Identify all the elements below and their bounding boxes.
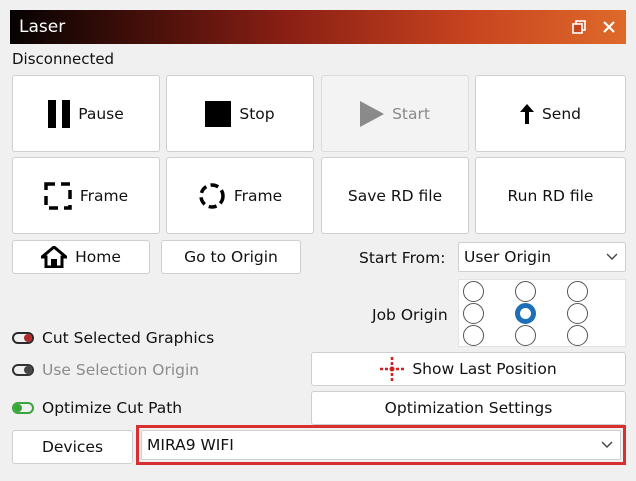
origin-bottom-center[interactable] [515, 325, 536, 346]
cut-selected-toggle[interactable] [12, 332, 34, 344]
go-to-origin-label: Go to Origin [184, 248, 278, 266]
laser-panel: Laser Disconnected Pause Stop Start Send… [10, 10, 626, 481]
device-dropdown[interactable]: MIRA9 WIFI [141, 430, 621, 460]
send-label: Send [541, 104, 582, 123]
home-icon [41, 246, 68, 268]
window-title: Laser [19, 17, 66, 37]
save-rd-button[interactable]: Save RD file [321, 157, 469, 234]
crosshair-icon [380, 357, 405, 381]
pause-icon [48, 99, 71, 128]
origin-middle-right[interactable] [567, 303, 588, 324]
send-button[interactable]: Send [475, 75, 626, 152]
origin-bottom-left[interactable] [463, 325, 484, 346]
devices-label: Devices [41, 438, 104, 456]
chevron-down-icon [594, 441, 620, 449]
device-value: MIRA9 WIFI [147, 436, 234, 454]
frame-circle-button[interactable]: Frame [166, 157, 314, 234]
frame-rect-label: Frame [79, 186, 129, 205]
job-origin-label: Job Origin [372, 306, 448, 324]
origin-middle-left[interactable] [463, 303, 484, 324]
frame-rect-icon [44, 181, 72, 210]
start-from-value: User Origin [464, 248, 552, 266]
optimization-settings-label: Optimization Settings [384, 399, 553, 417]
toggle-knob [24, 366, 32, 374]
frame-circle-label: Frame [233, 186, 283, 205]
cut-selected-label: Cut Selected Graphics [42, 329, 215, 347]
optimization-settings-button[interactable]: Optimization Settings [311, 391, 626, 425]
origin-center[interactable] [515, 303, 536, 324]
close-icon[interactable] [596, 14, 622, 40]
optimize-cut-path-label: Optimize Cut Path [42, 399, 183, 417]
play-icon [360, 100, 385, 127]
upload-arrow-icon [519, 103, 534, 124]
toggle-knob [24, 334, 32, 342]
origin-top-center[interactable] [515, 281, 536, 302]
stop-button[interactable]: Stop [166, 75, 314, 152]
toggle-knob [14, 404, 22, 412]
go-to-origin-button[interactable]: Go to Origin [161, 240, 301, 274]
run-rd-label: Run RD file [507, 186, 594, 205]
connection-status: Disconnected [12, 50, 115, 68]
origin-bottom-right[interactable] [567, 325, 588, 346]
restore-icon[interactable] [566, 14, 592, 40]
pause-label: Pause [78, 104, 124, 123]
home-button[interactable]: Home [12, 240, 150, 274]
chevron-down-icon [599, 253, 625, 261]
start-from-label: Start From: [359, 249, 446, 267]
frame-rect-button[interactable]: Frame [12, 157, 160, 234]
show-last-position-button[interactable]: Show Last Position [311, 352, 626, 386]
title-bar: Laser [10, 10, 626, 44]
devices-button[interactable]: Devices [12, 430, 133, 464]
stop-label: Stop [239, 104, 275, 123]
start-button[interactable]: Start [321, 75, 469, 152]
frame-circle-icon [198, 182, 226, 210]
job-origin-grid [458, 279, 626, 347]
pause-button[interactable]: Pause [12, 75, 160, 152]
home-label: Home [75, 248, 121, 266]
origin-top-left[interactable] [463, 281, 484, 302]
show-last-position-label: Show Last Position [412, 360, 557, 378]
optimize-cut-path-toggle[interactable] [12, 402, 34, 414]
use-selection-origin-toggle[interactable] [12, 364, 34, 376]
run-rd-button[interactable]: Run RD file [475, 157, 626, 234]
origin-top-right[interactable] [567, 281, 588, 302]
start-label: Start [392, 104, 430, 123]
save-rd-label: Save RD file [347, 186, 443, 205]
start-from-dropdown[interactable]: User Origin [458, 242, 626, 272]
use-selection-origin-label: Use Selection Origin [42, 361, 200, 379]
stop-icon [205, 100, 232, 127]
